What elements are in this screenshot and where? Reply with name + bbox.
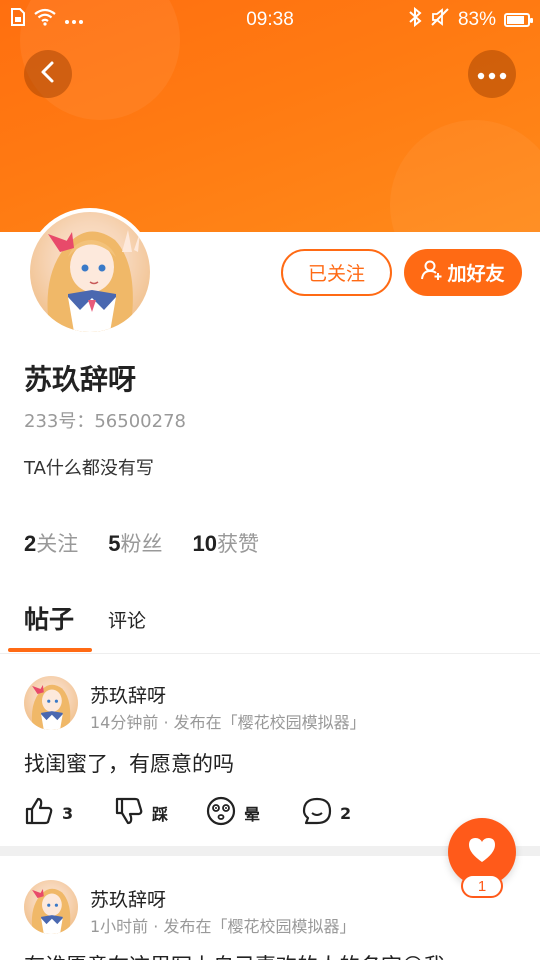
content-tabs: 帖子 评论 — [0, 590, 540, 654]
mute-icon — [430, 7, 450, 33]
post-author[interactable]: 苏玖辞呀 — [90, 681, 166, 708]
like-count: 3 — [62, 803, 74, 823]
tab-posts[interactable]: 帖子 — [24, 600, 74, 636]
following-count: 2 — [24, 531, 37, 556]
profile-stats: 2关注 5粉丝 10获赞 — [24, 528, 259, 558]
like-button[interactable]: 3 — [24, 796, 114, 830]
heart-icon — [467, 836, 497, 868]
following-stat[interactable]: 2关注 — [24, 528, 78, 558]
fans-label: 粉丝 — [120, 532, 163, 556]
followed-button[interactable]: 已关注 — [281, 249, 392, 296]
battery-percent: 83% — [457, 9, 496, 30]
likes-count: 10 — [192, 531, 217, 556]
profile-id: 233号：56500278 — [24, 411, 186, 432]
avatar-image — [30, 212, 150, 332]
comment-icon — [302, 796, 332, 830]
profile-name: 苏玖辞呀 — [24, 363, 137, 396]
post-meta: 14分钟前 · 发布在「樱花校园模拟器」 — [90, 713, 366, 732]
banner-decoration — [390, 120, 540, 232]
dizzy-button[interactable]: 晕 — [206, 796, 302, 830]
post-meta: 1小时前 · 发布在「樱花校园模拟器」 — [90, 917, 356, 936]
fans-stat[interactable]: 5粉丝 — [108, 528, 162, 558]
post-avatar[interactable] — [24, 880, 78, 934]
chevron-left-icon — [38, 60, 58, 88]
dizzy-face-icon — [206, 796, 236, 830]
back-button[interactable] — [24, 50, 72, 98]
post-avatar[interactable] — [24, 676, 78, 730]
post-text: 找闺蜜了，有愿意的吗 — [24, 752, 234, 776]
add-friend-label: 加好友 — [447, 263, 505, 285]
profile-bio: TA什么都没有写 — [24, 458, 154, 479]
fans-count: 5 — [108, 531, 121, 556]
battery-level — [507, 16, 524, 24]
thumbs-up-icon — [24, 796, 54, 830]
bluetooth-icon — [408, 6, 422, 33]
post-card[interactable]: 苏玖辞呀 1小时前 · 发布在「樱花校园模拟器」 有谁愿意在这里写上自己喜欢的人… — [0, 866, 540, 960]
add-user-icon — [421, 259, 443, 286]
comment-count: 2 — [340, 803, 352, 823]
following-label: 关注 — [36, 532, 79, 556]
more-dots-icon — [477, 65, 507, 84]
more-options-button[interactable] — [468, 50, 516, 98]
post-actions: 3 踩 晕 2 — [24, 796, 351, 830]
status-bar: 09:38 83% — [0, 0, 540, 40]
thumbs-down-icon — [114, 796, 144, 830]
active-tab-indicator — [8, 648, 92, 652]
followed-label: 已关注 — [307, 263, 365, 285]
dislike-button[interactable]: 踩 — [114, 796, 206, 830]
add-friend-button[interactable]: 加好友 — [404, 249, 522, 296]
post-card[interactable]: 苏玖辞呀 14分钟前 · 发布在「樱花校园模拟器」 找闺蜜了，有愿意的吗 3 踩… — [0, 662, 540, 842]
likes-label: 获赞 — [216, 532, 259, 556]
dislike-label: 踩 — [152, 805, 169, 824]
profile-avatar[interactable] — [26, 208, 154, 336]
tab-comments[interactable]: 评论 — [108, 606, 146, 633]
dizzy-label: 晕 — [244, 805, 261, 824]
battery-icon — [504, 13, 533, 27]
post-text: 有谁愿意在这里写上自己喜欢的人的名字😊我 — [24, 950, 445, 960]
likes-stat: 10获赞 — [193, 528, 259, 558]
comment-button[interactable]: 2 — [302, 796, 351, 830]
fab-like-count: 1 — [461, 874, 503, 898]
post-author[interactable]: 苏玖辞呀 — [90, 885, 166, 912]
